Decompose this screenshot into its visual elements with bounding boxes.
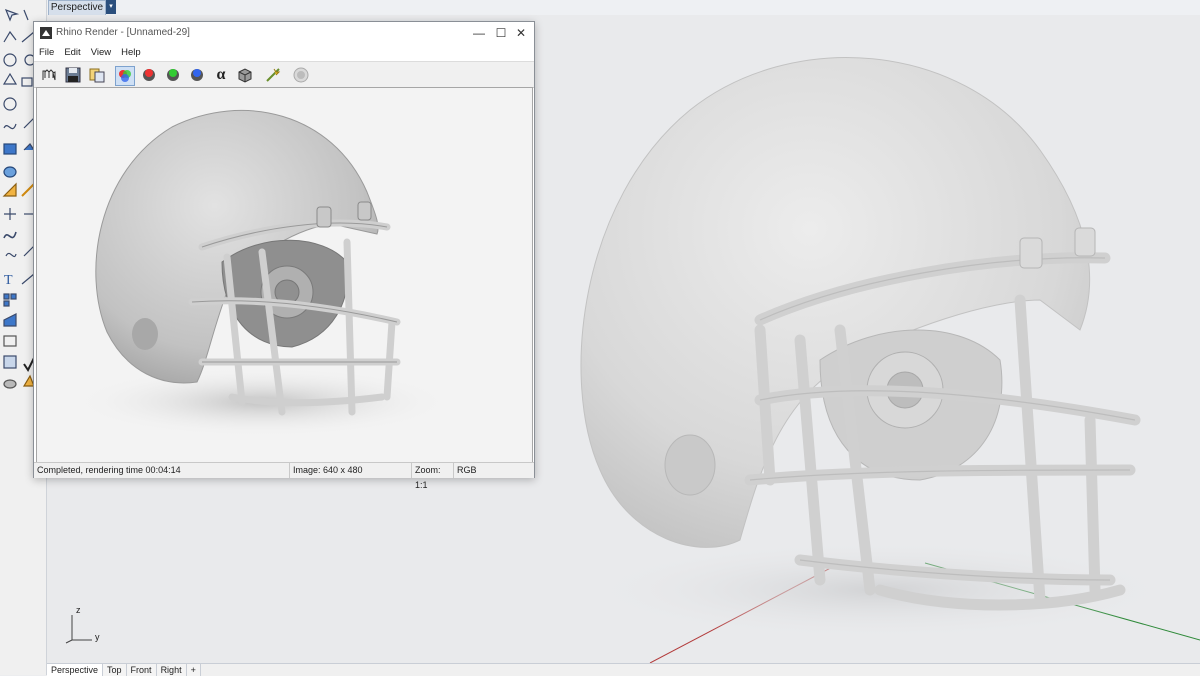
rendered-ear-hole <box>132 318 158 350</box>
axis-indicator: z y <box>60 605 120 653</box>
box-icon <box>3 143 17 155</box>
polygon-icon <box>2 72 18 85</box>
render-statusbar: Completed, rendering time 00:04:14 Image… <box>34 462 534 490</box>
tab-right[interactable]: Right <box>156 664 187 676</box>
render-toolbar: α <box>34 61 534 88</box>
surface-icon <box>2 182 17 197</box>
post-effects-icon[interactable] <box>264 66 282 84</box>
grid-icon <box>3 293 10 300</box>
blend-icon <box>3 231 17 239</box>
blue-channel-icon[interactable] <box>188 66 206 84</box>
ear-hole <box>664 434 716 496</box>
menu-edit[interactable]: Edit <box>59 44 85 61</box>
select-arrow-icon <box>4 8 20 22</box>
visor-clip-left <box>1019 237 1043 269</box>
point-icon <box>23 9 29 21</box>
axis-z-label: z <box>76 605 81 615</box>
menu-help[interactable]: Help <box>116 44 146 61</box>
render-window-titlebar[interactable]: Rhino Render - [Unnamed-29] — ☐ ✕ <box>34 22 534 44</box>
arc-icon <box>3 97 17 111</box>
transform-icon <box>4 208 16 220</box>
rgb-channels-icon[interactable] <box>115 66 135 86</box>
render-image-size: Image: 640 x 480 <box>290 463 412 478</box>
curve-icon <box>3 123 17 130</box>
render-status-message: Completed, rendering time 00:04:14 <box>34 463 290 478</box>
render-window-title: Rhino Render - [Unnamed-29] <box>56 27 190 38</box>
tab-front[interactable]: Front <box>126 664 157 676</box>
render-menubar: File Edit View Help <box>34 44 534 61</box>
axis-y-label: y <box>95 632 100 642</box>
red-channel-icon[interactable] <box>140 66 158 84</box>
stop-icon[interactable] <box>292 66 310 84</box>
rhino-logo-icon <box>40 27 52 39</box>
render-icon <box>3 379 17 389</box>
circle-icon <box>3 53 17 67</box>
fillet-icon <box>5 252 17 258</box>
viewport-title-bar <box>47 0 1200 16</box>
render-window: Rhino Render - [Unnamed-29] — ☐ ✕ File E… <box>33 21 535 490</box>
menu-file[interactable]: File <box>34 44 59 61</box>
viewport-title-tab[interactable]: Perspective <box>48 0 106 16</box>
render-canvas[interactable] <box>36 87 533 463</box>
rendered-helmet <box>72 110 452 437</box>
cylinder-icon <box>3 166 17 178</box>
render-zoom: Zoom: 1:1 <box>412 463 454 490</box>
menu-view[interactable]: View <box>86 44 116 61</box>
pan-icon[interactable] <box>40 66 58 84</box>
minimize-button[interactable]: — <box>468 25 490 41</box>
save-icon[interactable] <box>64 66 82 84</box>
copy-icon[interactable] <box>88 66 106 84</box>
layer-icon <box>3 355 17 369</box>
viewport-menu-arrow-icon[interactable]: ▾ <box>106 0 116 14</box>
close-button[interactable]: ✕ <box>510 25 532 41</box>
render-channel: RGB <box>457 465 477 475</box>
array-icon <box>3 335 17 347</box>
material-icon[interactable] <box>236 66 254 84</box>
green-channel-icon[interactable] <box>164 66 182 84</box>
maximize-button[interactable]: ☐ <box>490 25 512 41</box>
visor-clip-right <box>1074 227 1096 257</box>
alpha-icon[interactable]: α <box>212 66 230 84</box>
tab-top[interactable]: Top <box>103 664 127 676</box>
rectangle-icon <box>21 77 33 87</box>
mesh-icon <box>3 313 17 327</box>
viewport-tabs: Perspective Top Front Right + <box>47 663 1200 676</box>
polyline-icon <box>3 30 17 43</box>
tab-perspective[interactable]: Perspective <box>47 664 104 676</box>
add-viewport-tab[interactable]: + <box>186 664 201 676</box>
text-icon: T <box>4 273 13 288</box>
